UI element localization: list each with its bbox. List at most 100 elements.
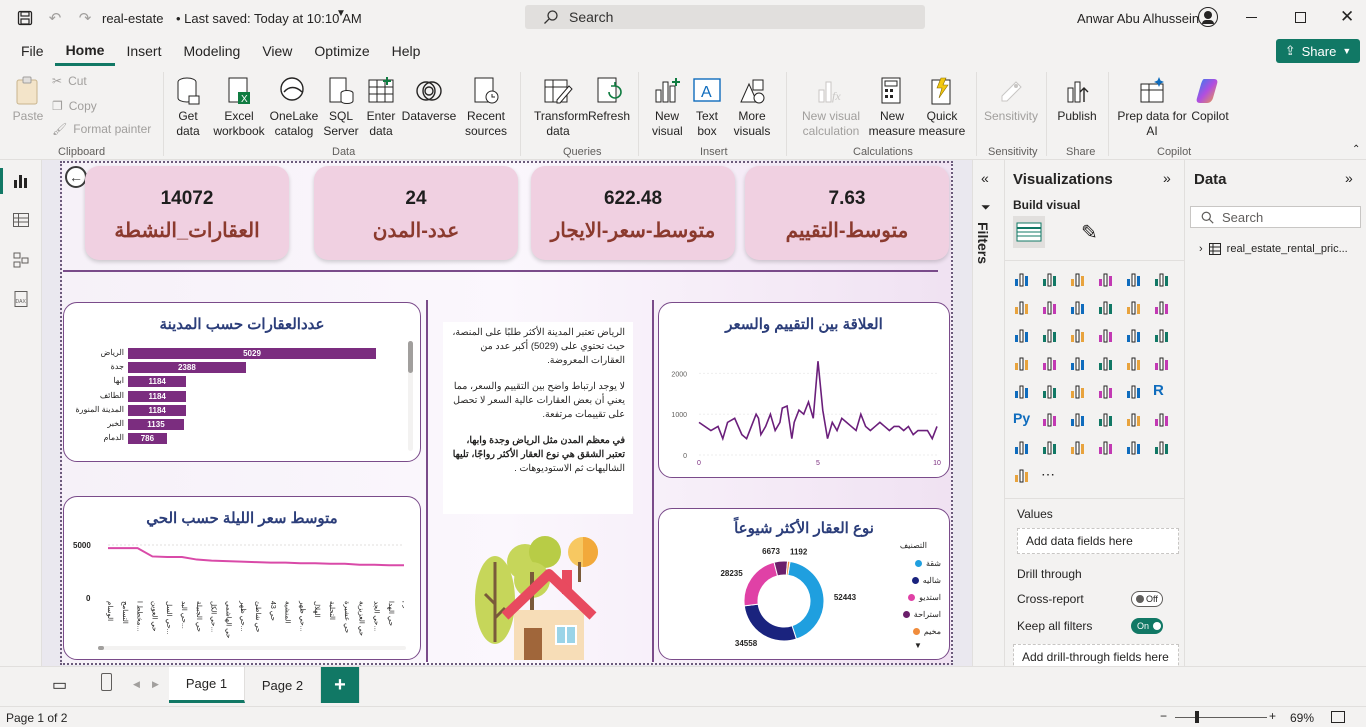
more-visuals-button[interactable]: More visuals [728,76,776,139]
search-box[interactable]: Search [525,5,925,29]
kpi-city-count[interactable]: 24 عدد-المدن [314,166,518,260]
new-card-icon[interactable] [1125,438,1145,458]
decomposition-tree-icon[interactable] [1069,410,1089,430]
bar[interactable]: 786 [128,433,167,445]
avatar[interactable] [1198,7,1218,27]
bar[interactable]: 1184 [128,390,187,402]
matrix-icon[interactable] [1125,382,1145,402]
r-visual-icon[interactable]: R [1153,382,1173,402]
fit-to-page-icon[interactable] [1331,711,1345,723]
line-icon[interactable] [1013,298,1033,318]
quick-measure-button[interactable]: Quick measure [918,76,966,139]
stacked-column-icon[interactable] [1041,270,1061,290]
legend-item[interactable]: شاليه [891,572,941,589]
minimize-icon[interactable] [1246,17,1257,18]
more-icon[interactable]: ⋯ [1041,466,1061,486]
key-influencers-icon[interactable] [1041,410,1061,430]
zoom-in-icon[interactable]: + [1269,709,1276,723]
data-table-item[interactable]: › real_estate_rental_pric... [1199,243,1348,255]
new-measure-button[interactable]: New measure [868,76,916,139]
redo-icon[interactable]: ↷ [75,8,95,28]
copilot-button[interactable]: Copilot [1188,76,1232,124]
slicer-icon[interactable] [1069,382,1089,402]
table-view-icon[interactable] [10,209,32,231]
stacked-bar-icon[interactable] [1013,270,1033,290]
funnel-icon[interactable] [1041,326,1061,346]
new-visual-button[interactable]: New visual [646,76,688,139]
treemap-icon[interactable] [1153,326,1173,346]
excel-workbook-button[interactable]: X Excel workbook [210,76,268,139]
share-button[interactable]: ⇪ Share ▼ [1276,39,1360,63]
pie-icon[interactable] [1097,326,1117,346]
page-tab-1[interactable]: Page 1 [169,667,245,703]
menu-help[interactable]: Help [381,36,432,66]
transform-data-button[interactable]: Transform data [530,76,588,139]
100-bar-icon[interactable] [1125,270,1145,290]
format-visual-icon[interactable]: ✎ [1081,220,1098,245]
mobile-layout-icon[interactable] [101,673,112,691]
menu-file[interactable]: File [10,36,55,66]
bar[interactable]: 1184 [128,376,187,388]
bar[interactable]: 1135 [128,419,184,430]
onelake-catalog-button[interactable]: OneLake catalog [270,76,318,139]
cross-report-toggle[interactable]: Off [1131,591,1163,607]
kpi-avg-rent[interactable]: 622.48 متوسط-سعر-الايجار [531,166,735,260]
kpi-active-properties[interactable]: 14072 العقارات_النشطة [85,166,289,260]
menu-modeling[interactable]: Modeling [172,36,251,66]
next-page-icon[interactable]: ▶ [152,679,159,690]
menu-home[interactable]: Home [54,36,116,66]
power-automate-icon[interactable] [1097,438,1117,458]
refresh-button[interactable]: Refresh [588,76,630,124]
collapse-ribbon-icon[interactable]: ⌃ [1352,144,1360,155]
kpi-icon[interactable] [1041,382,1061,402]
paginated-icon[interactable] [1153,410,1173,430]
clustered-column-icon[interactable] [1097,270,1117,290]
publish-button[interactable]: Publish [1054,76,1100,124]
power-apps-icon[interactable] [1041,438,1061,458]
sensitivity-button[interactable]: Sensitivity [984,76,1038,124]
metrics-icon[interactable] [1069,438,1089,458]
bar[interactable]: 1184 [128,404,187,416]
kpi-avg-rating[interactable]: 7.63 متوسط-التقييم [745,166,949,260]
donut-icon[interactable] [1125,326,1145,346]
build-visual-tab[interactable] [1013,216,1045,248]
collapse-viz-icon[interactable]: » [1163,170,1171,186]
copy-button[interactable]: ❐ Copy [52,99,97,113]
menu-insert[interactable]: Insert [115,36,172,66]
bar[interactable]: 2388 [128,362,246,374]
city-bar-chart[interactable]: عددالعقارات حسب المدينة الرياض 5029 جدة 238… [63,302,421,462]
desktop-layout-icon[interactable]: ▭ [52,675,67,695]
waterfall-icon[interactable] [1013,326,1033,346]
zoom-out-icon[interactable]: − [1160,709,1167,723]
qa-icon[interactable] [1097,410,1117,430]
multi-row-card-icon[interactable] [1013,382,1033,402]
rating-price-chart[interactable]: العلاقة بين التقييم والسعر 2000 1000 0 0 5 10 [658,302,950,478]
menu-view[interactable]: View [251,36,303,66]
trophy-icon[interactable] [1013,438,1033,458]
legend-item[interactable]: مخيم [891,623,941,640]
maximize-icon[interactable] [1295,12,1306,23]
new-visual-calculation-button[interactable]: fx New visual calculation [796,76,866,139]
zoom-slider[interactable] [1175,717,1267,718]
sql-server-button[interactable]: SQL Server [322,76,360,139]
legend-item[interactable]: استراحة [891,606,941,623]
chevron-down-icon[interactable]: ▼ [336,8,346,19]
format-painter-button[interactable]: 🖌 Format painter [52,122,151,136]
enter-data-button[interactable]: Enter data [362,76,400,139]
filled-map-icon[interactable] [1041,354,1061,374]
page-tab-2[interactable]: Page 2 [245,667,321,703]
card-icon[interactable] [1153,354,1173,374]
close-icon[interactable]: ✕ [1340,8,1354,25]
insights-textbox[interactable]: الرياض تعتبر المدينة الأكثر طلبًا على ال… [443,322,633,514]
ribbon-icon[interactable] [1153,298,1173,318]
caret-down-icon[interactable]: ▼ [914,641,922,650]
python-visual-icon[interactable]: Py [1013,410,1033,430]
collapse-data-icon[interactable]: » [1345,170,1353,186]
dax-query-view-icon[interactable]: DAX [10,288,32,310]
cut-button[interactable]: ✂ Cut [52,74,87,88]
property-type-donut[interactable]: نوع العقار الأكثر شيوعاً 52443 34558 28235… [658,508,950,660]
recent-sources-button[interactable]: Recent sources [460,76,512,139]
smart-narrative-icon[interactable] [1125,410,1145,430]
menu-optimize[interactable]: Optimize [303,36,380,66]
add-page-button[interactable]: + [321,667,360,703]
